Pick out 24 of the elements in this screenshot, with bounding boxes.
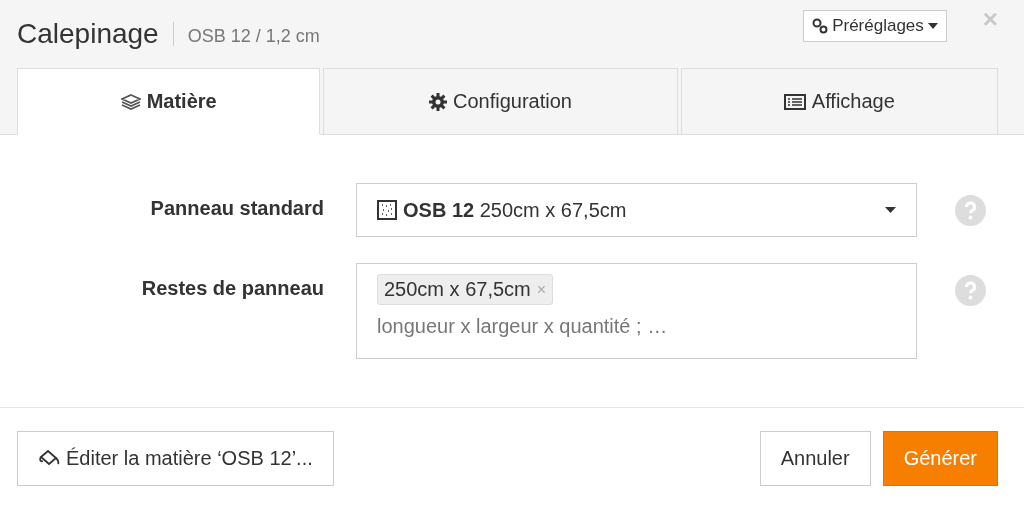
dialog-title: Calepinage: [17, 18, 159, 50]
cancel-button[interactable]: Annuler: [759, 430, 871, 486]
leftovers-field[interactable]: 250cm x 67,5cm × longueur x largeur x quantité ; …: [356, 263, 917, 359]
caret-icon: [927, 23, 938, 29]
layers-icon: [120, 93, 141, 110]
gear-icon: [429, 92, 447, 111]
edit-material-button[interactable]: Éditer la matière ‘OSB 12’...: [17, 430, 334, 486]
paint-bucket-icon: [38, 449, 60, 467]
presets-button[interactable]: Préréglages: [803, 10, 947, 42]
gears-icon: [812, 18, 829, 34]
panel-select[interactable]: OSB 12 250cm x 67,5cm: [356, 183, 917, 237]
tab[interactable]: Matière: [17, 68, 321, 135]
field-label: Restes de panneau: [140, 276, 324, 300]
board-icon: [377, 200, 397, 220]
panel-value: OSB 12 250cm x 67,5cm: [403, 198, 627, 222]
help-icon[interactable]: [955, 275, 986, 306]
list-icon: [783, 93, 806, 110]
tab[interactable]: Affichage: [680, 68, 998, 135]
tab[interactable]: Configuration: [323, 68, 678, 135]
caret-icon: [885, 207, 896, 213]
tag-text: 250cm x 67,5cm: [384, 278, 531, 301]
help-icon[interactable]: [955, 195, 986, 226]
dialog-subtitle: OSB 12 / 1,2 cm: [187, 25, 320, 47]
field-label: Panneau standard: [149, 196, 324, 220]
